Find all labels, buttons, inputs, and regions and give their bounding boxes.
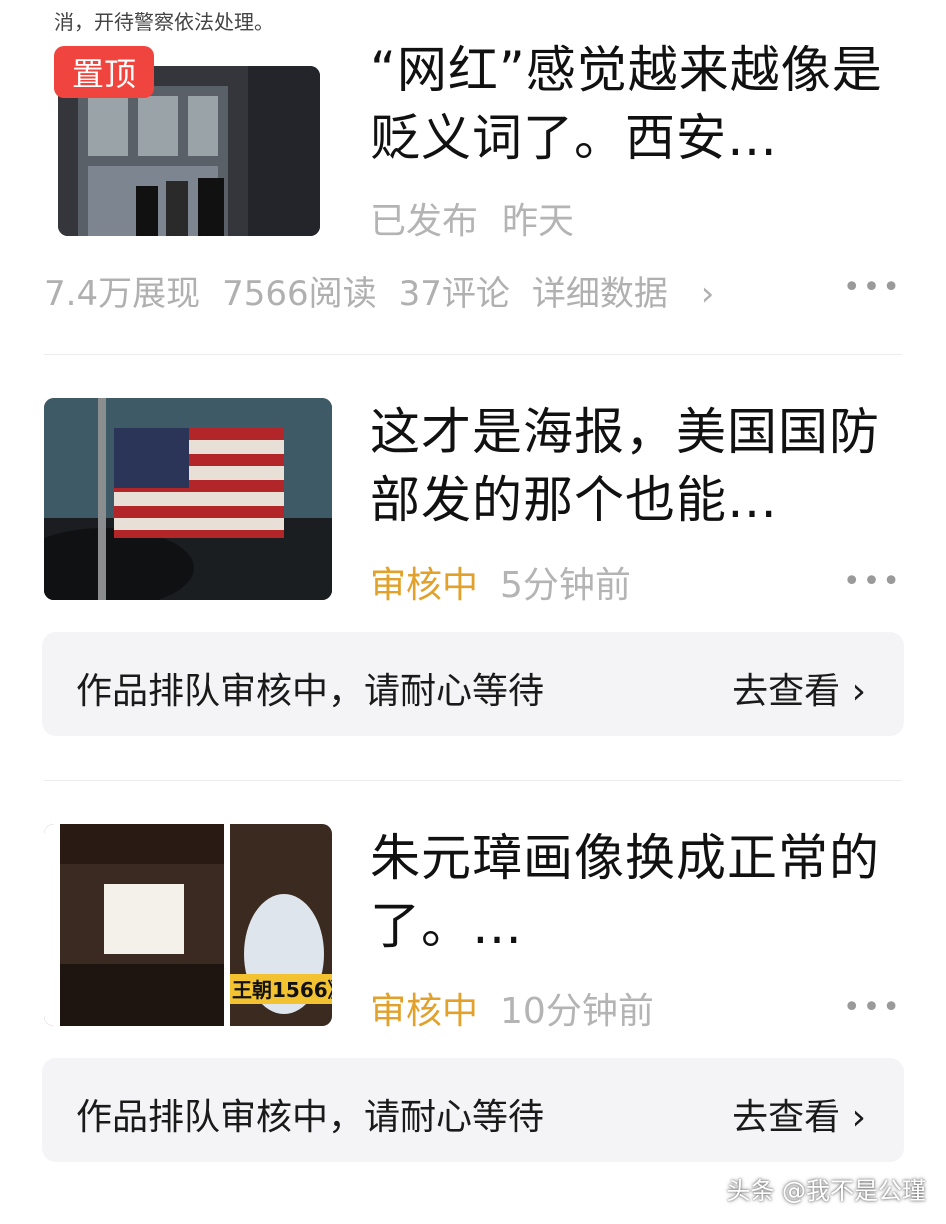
list-item[interactable]: 王朝1566》你 朱元璋画像换成正常的了。… 审核中 10分钟前 ••• 作品排队… bbox=[0, 806, 946, 1186]
notice-text: 作品排队审核中，请耐心等待 bbox=[76, 1097, 545, 1138]
time-label: 10分钟前 bbox=[500, 991, 654, 1032]
item-title[interactable]: 朱元璋画像换成正常的了。… bbox=[370, 824, 910, 960]
list-item[interactable]: 这才是海报，美国国防部发的那个也能… 审核中 5分钟前 ••• 作品排队审核中，请… bbox=[0, 380, 946, 760]
time-label: 昨天 bbox=[502, 201, 575, 242]
chevron-right-icon: › bbox=[851, 1097, 866, 1138]
review-notice: 作品排队审核中，请耐心等待 去查看 › bbox=[42, 1058, 904, 1162]
thumbnail-image[interactable]: 王朝1566》你 bbox=[44, 824, 332, 1026]
status-label: 已发布 bbox=[370, 201, 479, 242]
chevron-right-icon: › bbox=[851, 671, 866, 712]
flag-photo-icon bbox=[44, 398, 332, 600]
pinned-badge: 置顶 bbox=[54, 46, 154, 98]
notice-text: 作品排队审核中，请耐心等待 bbox=[76, 671, 545, 712]
item-title[interactable]: “网红”感觉越来越像是贬义词了。西安… bbox=[370, 36, 910, 172]
view-link[interactable]: 去查看 › bbox=[732, 662, 866, 714]
item-meta: 审核中 10分钟前 bbox=[370, 982, 654, 1034]
divider bbox=[44, 780, 902, 781]
reads-count: 7566阅读 bbox=[222, 274, 377, 314]
view-link-label: 去查看 bbox=[732, 671, 841, 712]
more-horizontal-icon[interactable]: ••• bbox=[843, 990, 902, 1025]
comments-count: 37评论 bbox=[398, 274, 510, 314]
list-item[interactable]: 置顶 “网红”感觉越来越像是贬义词了。西安… 已发布 昨天 7.4万展现 7566阅… bbox=[0, 0, 946, 356]
review-notice: 作品排队审核中，请耐心等待 去查看 › bbox=[42, 632, 904, 736]
views-count: 7.4万展现 bbox=[44, 274, 201, 314]
detail-data-link[interactable]: 详细数据 › bbox=[532, 274, 736, 314]
chevron-right-icon: › bbox=[700, 274, 715, 314]
view-link-label: 去查看 bbox=[732, 1097, 841, 1138]
view-link[interactable]: 去查看 › bbox=[732, 1088, 866, 1140]
thumbnail-image[interactable] bbox=[44, 398, 332, 600]
item-meta: 已发布 昨天 bbox=[370, 192, 574, 244]
more-horizontal-icon[interactable]: ••• bbox=[843, 270, 902, 305]
watermark: 头条 @我不是公瑾 bbox=[726, 1177, 926, 1205]
item-meta: 审核中 5分钟前 bbox=[370, 556, 631, 608]
item-title[interactable]: 这才是海报，美国国防部发的那个也能… bbox=[370, 398, 910, 534]
thumbnail-caption: 王朝1566》你 bbox=[232, 978, 332, 1002]
detail-data-label: 详细数据 bbox=[531, 274, 668, 314]
more-horizontal-icon[interactable]: ••• bbox=[843, 564, 902, 599]
status-pending: 审核中 bbox=[370, 991, 479, 1032]
time-label: 5分钟前 bbox=[500, 565, 631, 606]
status-pending: 审核中 bbox=[370, 565, 479, 606]
divider bbox=[44, 354, 902, 355]
stats-row: 7.4万展现 7566阅读 37评论 详细数据 › bbox=[44, 266, 758, 315]
